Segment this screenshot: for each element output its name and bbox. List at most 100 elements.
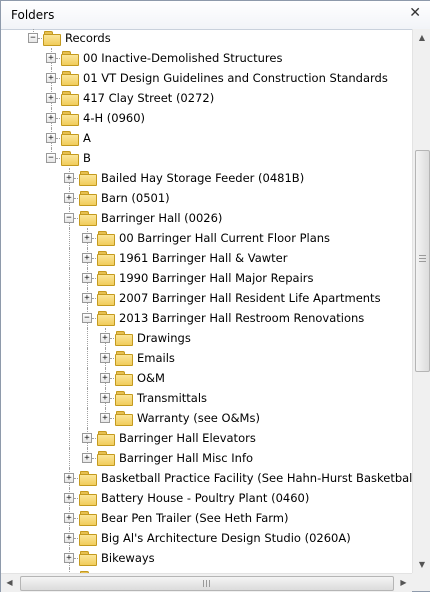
folder-label[interactable]: Barringer Hall (0026) xyxy=(101,208,222,228)
folder-label[interactable]: Big Al's Architecture Design Studio (026… xyxy=(101,528,351,548)
expand-icon[interactable]: + xyxy=(64,173,74,183)
tree-node[interactable]: − Records xyxy=(1,29,412,48)
tree-node[interactable]: − Barringer Hall (0026) xyxy=(1,208,412,228)
folder-label[interactable]: 00 Inactive-Demolished Structures xyxy=(83,48,282,68)
folder-label[interactable]: Bailed Hay Storage Feeder (0481B) xyxy=(101,168,304,188)
folder-label[interactable]: 1961 Barringer Hall & Vawter xyxy=(119,248,287,268)
expand-icon[interactable]: + xyxy=(100,373,110,383)
tree-node[interactable]: + Drawings xyxy=(1,328,412,348)
folder-label[interactable]: 2013 Barringer Hall Restroom Renovations xyxy=(119,308,364,328)
vertical-scrollbar[interactable]: ▲ ▼ xyxy=(412,29,430,573)
folder-label[interactable]: Bikeways xyxy=(101,548,155,568)
folder-label[interactable]: Basketball Practice Facility (See Hahn-H… xyxy=(101,468,412,488)
folder-icon xyxy=(79,551,97,566)
scroll-down-arrow-icon[interactable]: ▼ xyxy=(413,556,430,573)
expand-icon[interactable]: + xyxy=(64,513,74,523)
folder-icon xyxy=(61,91,79,106)
expand-icon[interactable]: + xyxy=(82,453,92,463)
expand-icon[interactable]: + xyxy=(100,333,110,343)
tree-node[interactable]: + Bailed Hay Storage Feeder (0481B) xyxy=(1,168,412,188)
expand-icon[interactable]: + xyxy=(82,273,92,283)
tree-node[interactable]: +1961 Barringer Hall & Vawter xyxy=(1,248,412,268)
folder-icon xyxy=(61,111,79,126)
close-icon[interactable]: ✕ xyxy=(409,5,421,21)
tree-node[interactable]: + Big Al's Architecture Design Studio (02… xyxy=(1,528,412,548)
tree-node[interactable]: − 2013 Barringer Hall Restroom Renovation… xyxy=(1,308,412,328)
expand-icon[interactable]: + xyxy=(82,293,92,303)
folder-label[interactable]: Transmittals xyxy=(137,388,207,408)
horizontal-scroll-thumb[interactable] xyxy=(20,576,394,591)
tree-node[interactable]: +1990 Barringer Hall Major Repairs xyxy=(1,268,412,288)
folder-icon xyxy=(79,191,97,206)
tree-node[interactable]: + Emails xyxy=(1,348,412,368)
tree-node[interactable]: +4-H (0960) xyxy=(1,108,412,128)
tree-node[interactable]: − B xyxy=(1,148,412,168)
expand-icon[interactable]: + xyxy=(46,113,56,123)
open-folder-icon xyxy=(97,311,115,326)
tree-node[interactable]: + Barringer Hall Elevators xyxy=(1,428,412,448)
tree-node[interactable]: + Bear Pen Trailer (See Heth Farm) xyxy=(1,508,412,528)
folder-label[interactable]: Drawings xyxy=(137,328,191,348)
folder-label[interactable]: Warranty (see O&Ms) xyxy=(137,408,260,428)
folder-label[interactable]: 4-H (0960) xyxy=(83,108,145,128)
tree-node[interactable]: + Warranty (see O&Ms) xyxy=(1,408,412,428)
folder-label[interactable]: O&M xyxy=(137,368,165,388)
tree-node[interactable]: +01 VT Design Guidelines and Constructio… xyxy=(1,68,412,88)
tree-node[interactable]: + Transmittals xyxy=(1,388,412,408)
expand-icon[interactable]: + xyxy=(64,493,74,503)
folder-label[interactable]: 01 VT Design Guidelines and Construction… xyxy=(83,68,388,88)
vertical-scroll-thumb[interactable] xyxy=(415,150,430,372)
expand-icon[interactable]: + xyxy=(100,353,110,363)
folder-label[interactable]: Barringer Hall Elevators xyxy=(119,428,256,448)
folder-icon xyxy=(115,391,133,406)
tree-node[interactable]: + Bikeways xyxy=(1,548,412,568)
tree-node[interactable]: +417 Clay Street (0272) xyxy=(1,88,412,108)
scroll-left-arrow-icon[interactable]: ◀ xyxy=(1,574,18,592)
expand-icon[interactable]: + xyxy=(46,133,56,143)
tree-guide-line xyxy=(87,368,88,388)
tree-node[interactable]: + O&M xyxy=(1,368,412,388)
expand-icon[interactable]: + xyxy=(64,533,74,543)
folder-label[interactable]: A xyxy=(83,128,91,148)
folder-label[interactable]: 00 Barringer Hall Current Floor Plans xyxy=(119,228,330,248)
expand-icon[interactable]: + xyxy=(82,433,92,443)
tree-node[interactable]: + Battery House - Poultry Plant (0460) xyxy=(1,488,412,508)
tree-node[interactable]: +2007 Barringer Hall Resident Life Apart… xyxy=(1,288,412,308)
folder-label[interactable]: Barringer Hall Misc Info xyxy=(119,448,253,468)
expand-icon[interactable]: + xyxy=(64,473,74,483)
tree-node[interactable]: +00 Inactive-Demolished Structures xyxy=(1,48,412,68)
folder-label[interactable]: 2007 Barringer Hall Resident Life Apartm… xyxy=(119,288,381,308)
folder-label[interactable]: Barn (0501) xyxy=(101,188,170,208)
expand-icon[interactable]: + xyxy=(100,393,110,403)
expand-icon[interactable]: + xyxy=(82,253,92,263)
expand-icon[interactable]: + xyxy=(100,413,110,423)
horizontal-scrollbar[interactable]: ◀ ▶ xyxy=(1,573,412,592)
folder-label[interactable]: Battery House - Poultry Plant (0460) xyxy=(101,488,309,508)
scroll-up-arrow-icon[interactable]: ▲ xyxy=(413,29,430,46)
folder-label[interactable]: B xyxy=(83,148,91,168)
expand-icon[interactable]: + xyxy=(46,93,56,103)
tree-node[interactable]: + Basketball Practice Facility (See Hahn-… xyxy=(1,468,412,488)
expand-icon[interactable]: + xyxy=(64,193,74,203)
folder-label[interactable]: Emails xyxy=(137,348,175,368)
collapse-icon[interactable]: − xyxy=(46,153,56,163)
tree-node[interactable]: + Barringer Hall Misc Info xyxy=(1,448,412,468)
folder-icon xyxy=(79,471,97,486)
collapse-icon[interactable]: − xyxy=(28,33,38,43)
folder-icon xyxy=(79,171,97,186)
scroll-right-arrow-icon[interactable]: ▶ xyxy=(395,574,412,592)
tree-node[interactable]: +00 Barringer Hall Current Floor Plans xyxy=(1,228,412,248)
tree-node[interactable]: + Barn (0501) xyxy=(1,188,412,208)
expand-icon[interactable]: + xyxy=(46,73,56,83)
folder-label[interactable]: Records xyxy=(65,29,111,48)
scrollbar-corner xyxy=(412,573,430,591)
folder-label[interactable]: 1990 Barringer Hall Major Repairs xyxy=(119,268,314,288)
expand-icon[interactable]: + xyxy=(64,553,74,563)
folder-label[interactable]: Bear Pen Trailer (See Heth Farm) xyxy=(101,508,289,528)
collapse-icon[interactable]: − xyxy=(82,313,92,323)
tree-node[interactable]: + A xyxy=(1,128,412,148)
expand-icon[interactable]: + xyxy=(46,53,56,63)
expand-icon[interactable]: + xyxy=(82,233,92,243)
collapse-icon[interactable]: − xyxy=(64,213,74,223)
folder-label[interactable]: 417 Clay Street (0272) xyxy=(83,88,214,108)
